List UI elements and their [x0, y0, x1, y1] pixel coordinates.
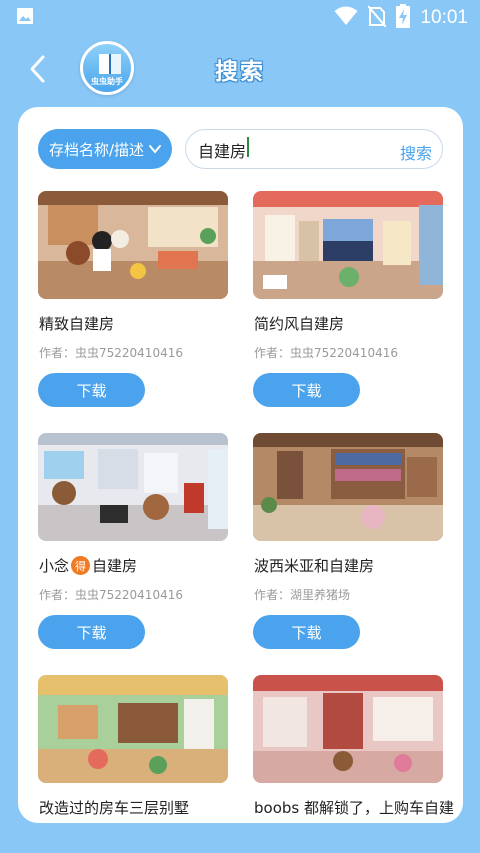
no-sim-icon	[367, 5, 388, 31]
download-button[interactable]: 下载	[38, 373, 145, 407]
search-type-label: 存档名称/描述	[49, 140, 145, 159]
item-thumbnail	[38, 675, 228, 783]
item-title: 小念得自建房	[39, 556, 138, 575]
clock: 10:01	[420, 7, 468, 28]
item-author: 作者：湖里养猪场	[254, 588, 351, 602]
list-item[interactable]: 改造过的房车三层别墅	[38, 675, 228, 817]
content-panel: 存档名称/描述 自建房 搜索 精致自建房 作者：虫虫75220410416 下载…	[18, 107, 463, 823]
search-input[interactable]: 自建房	[198, 136, 388, 162]
item-thumbnail	[253, 433, 443, 541]
item-author: 作者：虫虫75220410416	[254, 346, 398, 360]
header: 虫虫助手 搜索	[0, 36, 480, 102]
list-item[interactable]: 精致自建房 作者：虫虫75220410416 下载	[38, 191, 228, 407]
item-thumbnail	[253, 675, 443, 783]
list-item[interactable]: 小念得自建房 作者：虫虫75220410416 下载	[38, 433, 228, 649]
item-title: 改造过的房车三层别墅	[39, 799, 190, 817]
download-button[interactable]: 下载	[253, 373, 360, 407]
download-button[interactable]: 下载	[253, 615, 360, 649]
list-item[interactable]: 波西米亚和自建房 作者：湖里养猪场 下载	[253, 433, 443, 649]
search-type-dropdown[interactable]: 存档名称/描述	[38, 129, 172, 169]
chevron-down-icon	[149, 145, 161, 154]
item-author: 作者：虫虫75220410416	[39, 588, 183, 602]
item-author: 作者：虫虫75220410416	[39, 346, 183, 360]
item-thumbnail	[38, 433, 228, 541]
battery-charging-icon	[396, 4, 411, 32]
item-thumbnail	[38, 191, 228, 299]
badge-icon: 得	[71, 556, 91, 575]
item-thumbnail	[253, 191, 443, 299]
search-box: 自建房 搜索	[185, 129, 443, 169]
download-button[interactable]: 下载	[38, 615, 145, 649]
wifi-icon	[334, 6, 358, 30]
gallery-icon	[16, 7, 34, 29]
list-item[interactable]: boobs 都解锁了，上购车自建	[253, 675, 454, 817]
list-item[interactable]: 简约风自建房 作者：虫虫75220410416 下载	[253, 191, 443, 407]
item-title: boobs 都解锁了，上购车自建	[254, 799, 454, 817]
search-button[interactable]: 搜索	[400, 140, 432, 164]
page-title: 搜索	[215, 59, 265, 85]
item-title: 波西米亚和自建房	[254, 557, 375, 575]
item-title: 精致自建房	[39, 315, 115, 333]
item-title: 简约风自建房	[254, 315, 345, 333]
status-bar: 10:01	[0, 0, 480, 33]
